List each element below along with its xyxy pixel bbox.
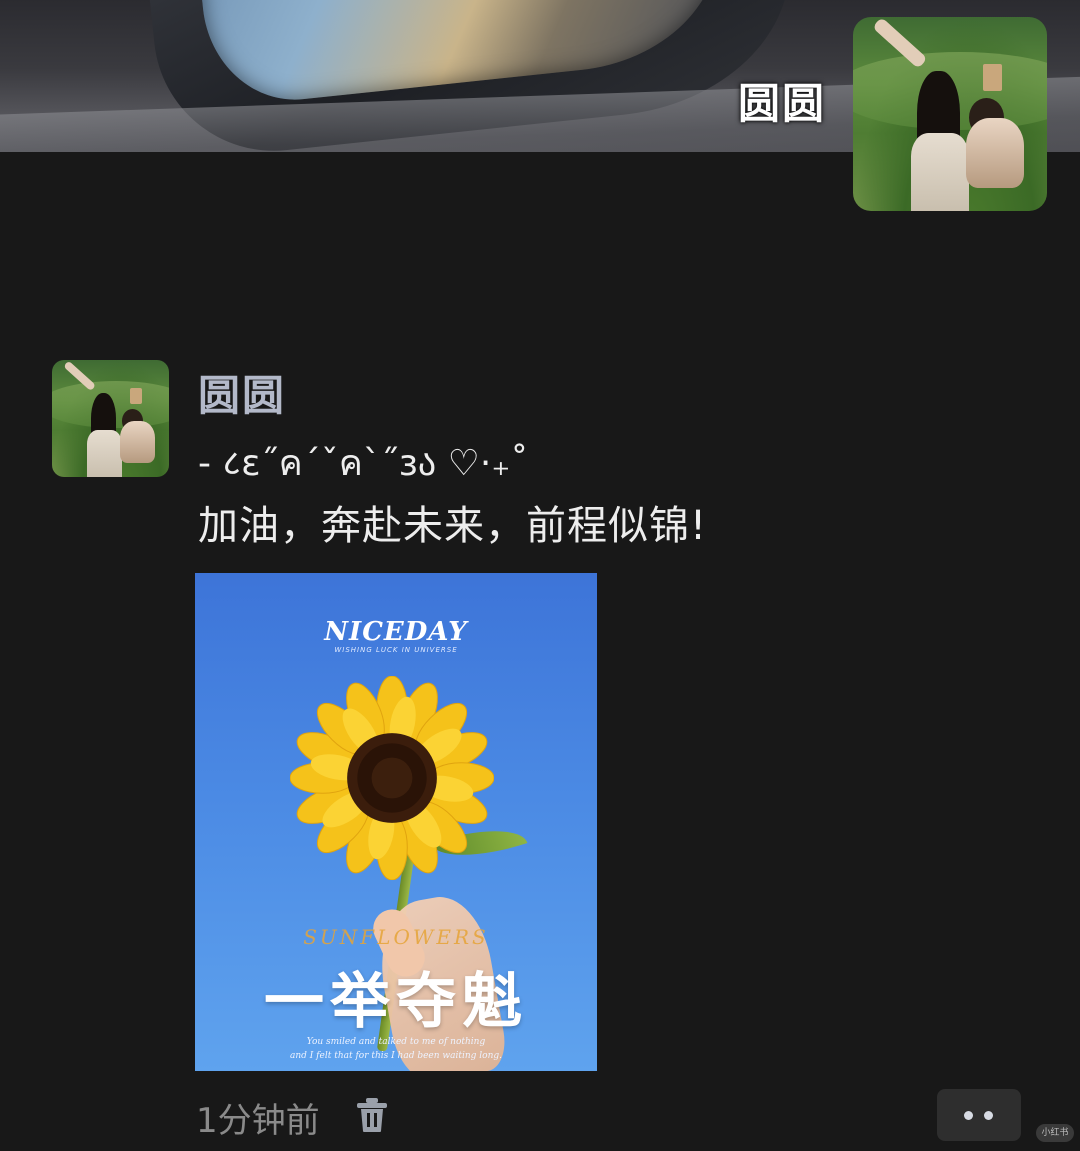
more-button[interactable] — [937, 1089, 1021, 1141]
sender-avatar[interactable] — [52, 360, 169, 477]
cover-avatar[interactable] — [853, 17, 1047, 211]
cover-username: 圆圆 — [737, 79, 826, 128]
sender-name[interactable]: 圆圆 — [198, 362, 286, 423]
avatar-cup — [130, 388, 143, 405]
avatar-cup — [982, 63, 1003, 91]
poster-quote-line-1: You smiled and talked to me of nothing — [306, 1037, 486, 1047]
poster-quote-line-2: and I felt that for this I had been wait… — [289, 1051, 502, 1061]
avatar-friend — [119, 420, 155, 463]
poster-title: 一举夺魁 — [264, 967, 528, 1037]
sunflower-icon — [290, 676, 494, 880]
avatar-body — [87, 430, 123, 477]
poster-brand-sub: WISHING LUCK IN UNIVERSE — [334, 646, 458, 654]
message-text: 加油，奔赴未来，前程似锦! — [198, 503, 708, 549]
poster-script-text: SUNFLOWERS — [303, 925, 489, 949]
poster-quote: You smiled and talked to me of nothing a… — [195, 1035, 597, 1063]
post-image[interactable]: NICEDAY WISHING LUCK IN UNIVERSE SUNFLOW… — [195, 573, 597, 1071]
more-dots-icon — [984, 1111, 993, 1120]
trash-icon[interactable] — [356, 1097, 388, 1133]
message-decoration-line: - ८ε˝ค´ˇค`˝ɜა ♡·₊˚ — [198, 443, 529, 484]
watermark: 小红书 — [1036, 1124, 1074, 1142]
poster-brand: NICEDAY — [324, 617, 468, 647]
avatar-friend — [965, 117, 1024, 188]
post-time: 1分钟前 — [196, 1101, 320, 1141]
avatar-body — [911, 133, 970, 211]
more-dots-icon — [964, 1111, 973, 1120]
